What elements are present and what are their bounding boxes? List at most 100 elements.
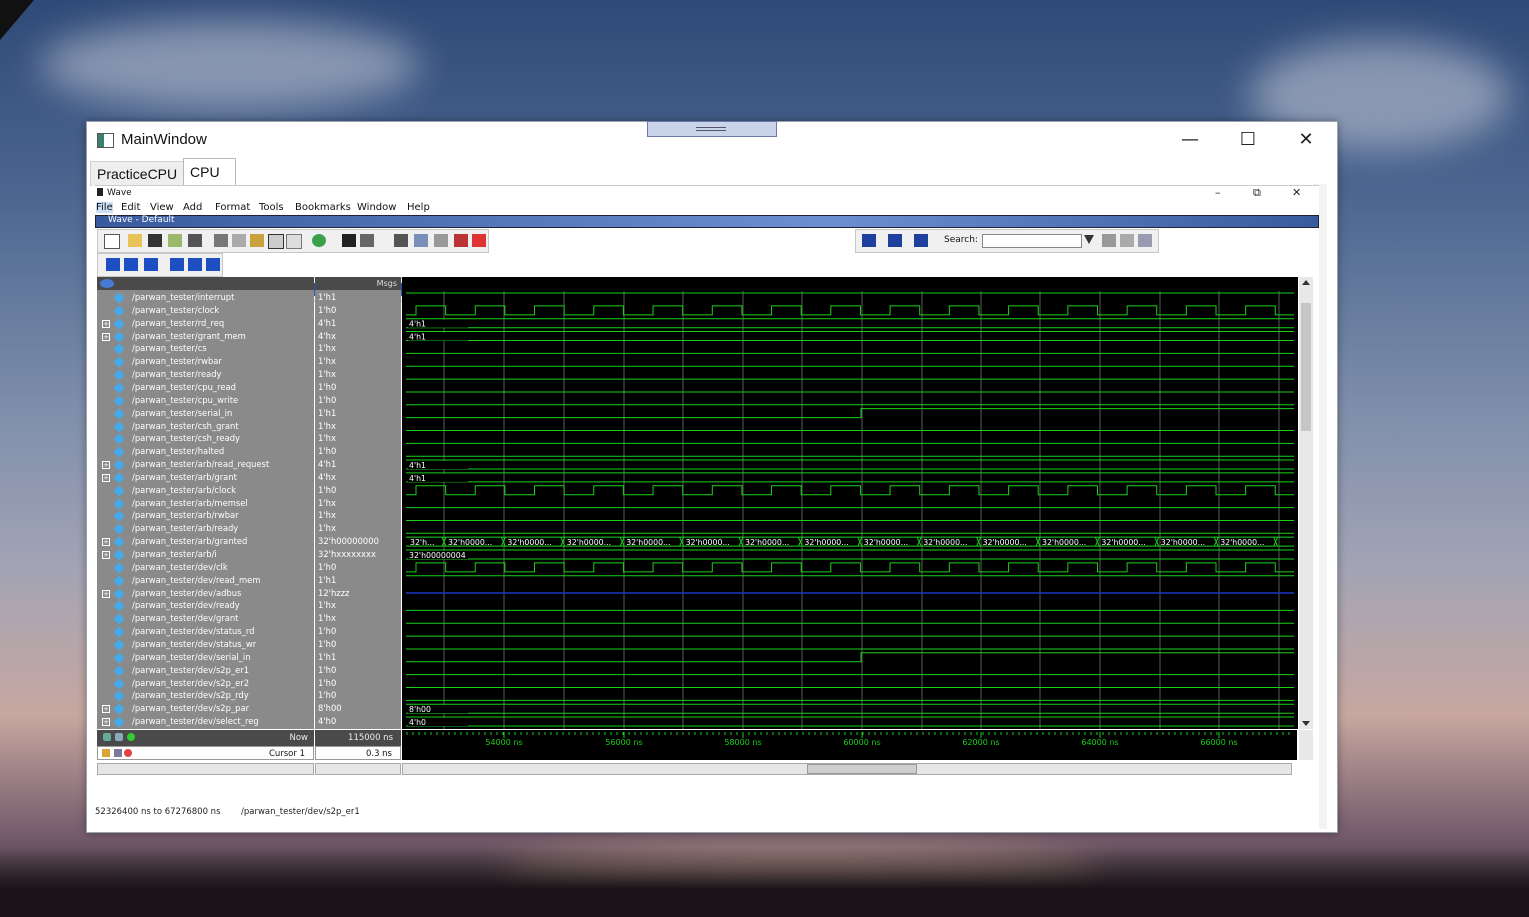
- signal-row[interactable]: /parwan_tester/dev/serial_in: [97, 651, 314, 664]
- step-out-icon[interactable]: [144, 258, 158, 271]
- signal-row[interactable]: /parwan_tester/arb/clock: [97, 484, 314, 497]
- signal-row[interactable]: /parwan_tester/cs: [97, 342, 314, 356]
- wave-minimize-button[interactable]: –: [1215, 186, 1221, 199]
- menu-bookmarks[interactable]: Bookmarks: [295, 202, 351, 213]
- expand-icon[interactable]: +: [102, 319, 110, 328]
- value-hscrollbar[interactable]: [315, 763, 401, 775]
- signal-row[interactable]: /parwan_tester/interrupt: [97, 291, 314, 304]
- vertical-scroll-thumb[interactable]: [1301, 303, 1311, 431]
- search-clear-icon[interactable]: [1120, 234, 1134, 247]
- vertical-scrollbar[interactable]: [1299, 277, 1313, 729]
- signal-row[interactable]: /parwan_tester/clock: [97, 304, 314, 317]
- find-all-icon[interactable]: [914, 234, 928, 247]
- signal-row[interactable]: /parwan_tester/dev/status_rd: [97, 625, 314, 638]
- expand-icon[interactable]: +: [102, 473, 110, 482]
- stop-icon[interactable]: [472, 234, 486, 247]
- minimize-button[interactable]: —: [1167, 126, 1213, 154]
- signal-row[interactable]: /parwan_tester/arb/memsel: [97, 497, 314, 510]
- wave-default-titlebar[interactable]: Wave - Default: [95, 215, 1319, 228]
- signal-row[interactable]: + /parwan_tester/arb/granted: [97, 535, 314, 548]
- add-icon[interactable]: [312, 234, 326, 247]
- chevron-down-icon[interactable]: [1084, 235, 1094, 244]
- delete-cursor-icon[interactable]: [124, 749, 132, 757]
- signal-row[interactable]: /parwan_tester/dev/r: [97, 728, 314, 730]
- expand-icon[interactable]: +: [102, 705, 110, 714]
- scroll-down-icon[interactable]: [1302, 721, 1310, 726]
- reload-icon[interactable]: [168, 234, 182, 247]
- step-back-icon[interactable]: [170, 258, 184, 271]
- add-cursor-icon[interactable]: [127, 733, 135, 741]
- expand-icon[interactable]: +: [102, 551, 110, 559]
- paste-icon[interactable]: [250, 234, 264, 247]
- redo-icon[interactable]: [286, 234, 302, 249]
- break-icon[interactable]: [454, 234, 468, 247]
- layout-icon[interactable]: [394, 234, 408, 247]
- signal-row[interactable]: /parwan_tester/dev/grant: [97, 612, 314, 625]
- signal-row[interactable]: /parwan_tester/arb/ready: [97, 522, 314, 535]
- menu-view[interactable]: View: [150, 202, 174, 213]
- search-input[interactable]: [982, 234, 1082, 248]
- now-icon[interactable]: [103, 733, 111, 741]
- expand-icon[interactable]: +: [102, 538, 110, 547]
- cursor-value-cell[interactable]: 0.3 ns: [315, 746, 401, 760]
- signal-row[interactable]: /parwan_tester/csh_ready: [97, 432, 314, 446]
- signal-row[interactable]: + /parwan_tester/dev/s2p_par: [97, 702, 314, 715]
- save-icon[interactable]: [148, 234, 162, 247]
- title-bar[interactable]: MainWindow — ☐ ✕: [87, 121, 1337, 158]
- menu-edit[interactable]: Edit: [121, 202, 140, 213]
- menu-add[interactable]: Add: [183, 202, 202, 213]
- wave-hscrollbar[interactable]: [402, 763, 1292, 775]
- wave-close-button[interactable]: ✕: [1292, 186, 1301, 199]
- signal-row[interactable]: + /parwan_tester/arb/i: [97, 548, 314, 561]
- signal-row[interactable]: /parwan_tester/dev/status_wr: [97, 638, 314, 651]
- signal-row[interactable]: + /parwan_tester/dev/adbus: [97, 587, 314, 600]
- maximize-button[interactable]: ☐: [1225, 126, 1271, 154]
- search-settings-icon[interactable]: [1138, 234, 1152, 247]
- signal-row[interactable]: + /parwan_tester/arb/read_request: [97, 458, 314, 471]
- expand-icon[interactable]: +: [102, 589, 110, 598]
- signal-row[interactable]: /parwan_tester/serial_in: [97, 407, 314, 420]
- scroll-up-icon[interactable]: [1302, 280, 1310, 285]
- signal-row[interactable]: /parwan_tester/dev/s2p_er2: [97, 677, 314, 690]
- signal-row[interactable]: /parwan_tester/dev/s2p_er1: [97, 664, 314, 677]
- tab-cpu-image[interactable]: CPU Image: [183, 158, 236, 207]
- menu-help[interactable]: Help: [407, 202, 430, 213]
- lock-icon[interactable]: [102, 749, 110, 757]
- dataflow-icon[interactable]: [414, 234, 428, 247]
- waveform-panel[interactable]: 4'h1 4'h1 4'h1 4'h1 32'h... 32'h0000... 32'h00…: [402, 277, 1298, 740]
- close-button[interactable]: ✕: [1283, 126, 1329, 154]
- wave-icon[interactable]: [115, 733, 123, 741]
- menu-tools[interactable]: Tools: [259, 202, 284, 213]
- signal-row[interactable]: /parwan_tester/halted: [97, 445, 314, 458]
- signal-row[interactable]: + /parwan_tester/dev/select_reg: [97, 715, 314, 728]
- signal-row[interactable]: /parwan_tester/arb/rwbar: [97, 509, 314, 523]
- signal-row[interactable]: /parwan_tester/cpu_read: [97, 381, 314, 394]
- signal-row[interactable]: /parwan_tester/dev/ready: [97, 599, 314, 613]
- name-hscrollbar[interactable]: [97, 763, 314, 775]
- signal-row[interactable]: /parwan_tester/dev/s2p_rdy: [97, 689, 314, 703]
- step-icon[interactable]: [106, 258, 120, 271]
- expand-icon[interactable]: +: [102, 332, 110, 341]
- search-options-icon[interactable]: [1102, 234, 1116, 247]
- print-icon[interactable]: [188, 234, 202, 247]
- find-prev-icon[interactable]: [862, 234, 876, 247]
- new-icon[interactable]: [104, 234, 120, 249]
- expand-icon[interactable]: +: [102, 461, 110, 470]
- open-icon[interactable]: [128, 234, 142, 247]
- signal-row[interactable]: + /parwan_tester/grant_mem: [97, 330, 314, 343]
- signal-row[interactable]: /parwan_tester/ready: [97, 368, 314, 381]
- undo-icon[interactable]: [268, 234, 284, 249]
- cursor-row[interactable]: Cursor 1: [97, 746, 314, 760]
- continue-icon[interactable]: [188, 258, 202, 271]
- tab-practicecpu[interactable]: PracticeCPU: [90, 161, 185, 186]
- menu-file[interactable]: File: [96, 202, 113, 213]
- cut-icon[interactable]: [214, 234, 228, 247]
- copy-icon[interactable]: [232, 234, 246, 247]
- signal-row[interactable]: /parwan_tester/cpu_write: [97, 394, 314, 407]
- expand-icon[interactable]: +: [102, 718, 110, 727]
- properties-icon[interactable]: [360, 234, 374, 247]
- wave-hscroll-thumb[interactable]: [807, 764, 917, 774]
- drag-handle[interactable]: [647, 121, 777, 137]
- signal-row[interactable]: + /parwan_tester/rd_req: [97, 317, 314, 330]
- menu-window[interactable]: Window: [357, 202, 396, 213]
